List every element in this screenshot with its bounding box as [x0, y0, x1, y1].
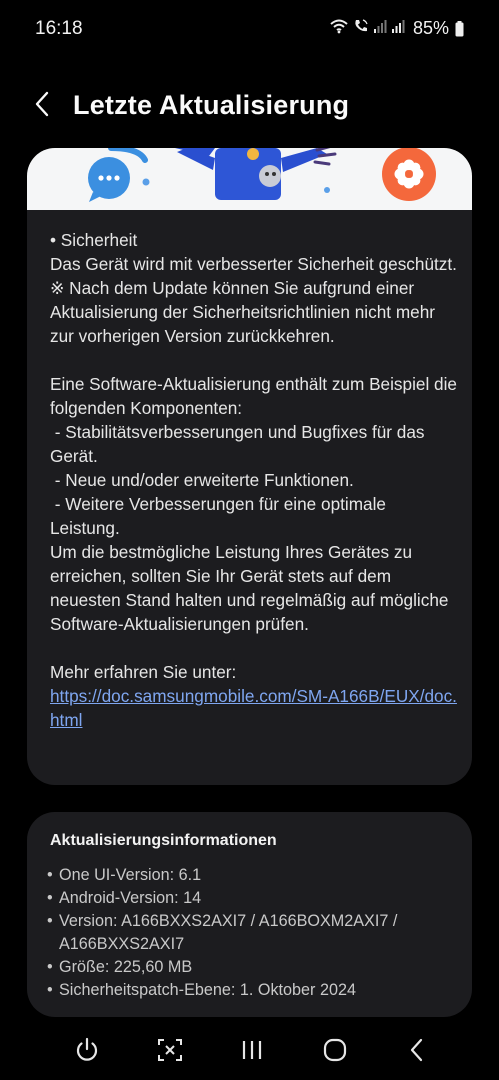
- info-item-security-patch: Sicherheitspatch-Ebene: 1. Oktober 2024: [47, 979, 457, 1002]
- chevron-left-icon: [34, 91, 50, 122]
- update-info-card: Aktualisierungsinformationen One UI-Vers…: [27, 812, 472, 1017]
- info-item-size: Größe: 225,60 MB: [47, 956, 457, 979]
- component-item: - Weitere Verbesserungen für eine optima…: [50, 494, 391, 538]
- chat-bubble-icon: [88, 148, 148, 202]
- component-item: - Neue und/oder erweiterte Funktionen.: [50, 470, 354, 490]
- components-intro: Eine Software-Aktualisierung enthält zum…: [50, 374, 462, 418]
- update-info-title: Aktualisierungsinformationen: [50, 832, 277, 849]
- screenshot-capture-icon: [157, 1038, 183, 1067]
- recent-apps-button[interactable]: [232, 1032, 272, 1072]
- release-notes-card: • Sicherheit Das Gerät wird mit verbesse…: [27, 148, 472, 785]
- hero-illustration: [27, 148, 472, 210]
- security-note: ※ Nach dem Update können Sie aufgrund ei…: [50, 278, 440, 346]
- release-notes-text: • Sicherheit Das Gerät wird mit verbesse…: [50, 228, 460, 732]
- info-item-one-ui-version: One UI-Version: 6.1: [47, 864, 457, 887]
- status-bar: 16:18 85%: [0, 0, 499, 58]
- power-icon: [74, 1037, 100, 1068]
- security-text: Das Gerät wird mit verbesserter Sicherhe…: [50, 254, 457, 274]
- flower-badge-icon: [382, 148, 436, 201]
- status-time: 16:18: [35, 18, 83, 39]
- page-title: Letzte Aktualisierung: [73, 90, 350, 120]
- signal-2-icon: [391, 18, 405, 39]
- security-heading: • Sicherheit: [50, 230, 138, 250]
- app-header: Letzte Aktualisierung: [0, 80, 499, 136]
- more-info-label: Mehr erfahren Sie unter:: [50, 662, 237, 682]
- wifi-calling-icon: [353, 18, 369, 39]
- update-info-list: One UI-Version: 6.1 Android-Version: 14 …: [47, 864, 457, 1002]
- info-item-build-version: Version: A166BXXS2AXI7 / A166BOXM2AXI7 /…: [47, 910, 457, 956]
- doc-link[interactable]: https://doc.samsungmobile.com/SM-A166B/E…: [50, 684, 460, 732]
- wifi-icon: [329, 18, 349, 39]
- navigation-bar: [0, 1018, 499, 1080]
- info-item-android-version: Android-Version: 14: [47, 887, 457, 910]
- back-icon: [409, 1038, 425, 1067]
- screenshot-capture-button[interactable]: [150, 1032, 190, 1072]
- person-illustration: [175, 148, 337, 200]
- power-button[interactable]: [67, 1032, 107, 1072]
- home-icon: [322, 1038, 348, 1067]
- update-advice: Um die bestmögliche Leistung Ihres Gerät…: [50, 542, 454, 634]
- battery-percent: 85%: [412, 18, 449, 38]
- recent-apps-icon: [240, 1039, 264, 1066]
- home-button[interactable]: [315, 1032, 355, 1072]
- back-button[interactable]: [22, 86, 62, 126]
- battery-icon: [455, 20, 464, 37]
- component-item: - Stabilitätsverbesserungen und Bugfixes…: [50, 422, 430, 466]
- back-nav-button[interactable]: [397, 1032, 437, 1072]
- signal-1-icon: [373, 18, 387, 39]
- status-icons: 85%: [329, 18, 464, 39]
